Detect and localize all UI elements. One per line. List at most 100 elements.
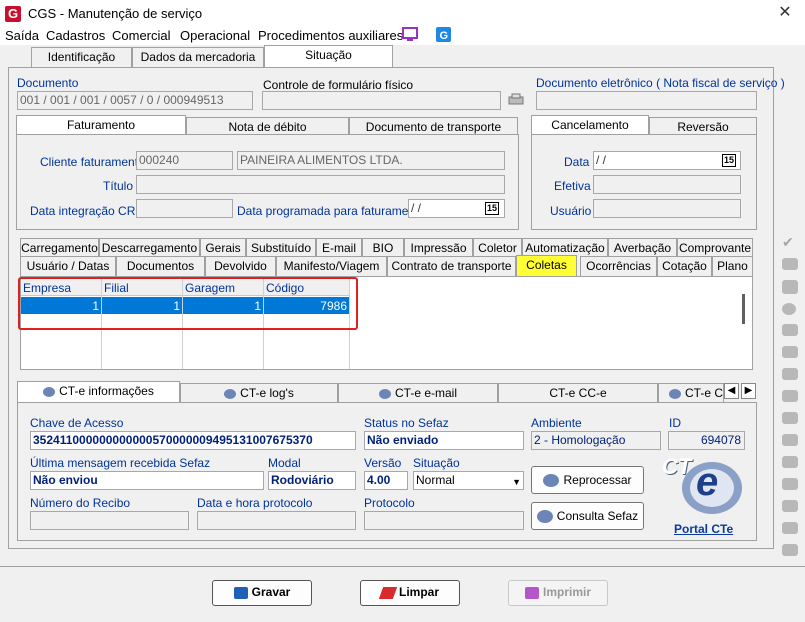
imprimir-button[interactable]: Imprimir (508, 580, 608, 606)
modal-field: Rodoviário (268, 471, 356, 490)
limpar-button[interactable]: Limpar (360, 580, 460, 606)
tab-dados-mercadoria[interactable]: Dados da mercadoria (132, 47, 264, 67)
tab-substituido[interactable]: Substituído (246, 238, 316, 258)
rail-icon-ciot[interactable] (782, 280, 798, 294)
rail-icon-13[interactable] (782, 544, 798, 556)
menu-cadastros[interactable]: Cadastros (46, 28, 105, 43)
data-protocolo-field (197, 511, 356, 530)
tab-coletas[interactable]: Coletas (516, 255, 577, 276)
consulta-sefaz-button[interactable]: Consulta Sefaz (531, 502, 644, 530)
data-crc-field (136, 199, 233, 218)
tab-bio[interactable]: BIO (362, 238, 404, 258)
cte-logo-text: CT (662, 454, 692, 479)
tab-ocorrencias[interactable]: Ocorrências (580, 256, 657, 276)
situacao-label: Situação (413, 456, 460, 470)
rail-icon-12[interactable] (782, 522, 798, 534)
tab-cotacao[interactable]: Cotação (657, 256, 712, 276)
divider (0, 566, 805, 567)
tab-usuario-datas[interactable]: Usuário / Datas (20, 256, 116, 276)
data-programada-label: Data programada para faturamento (237, 204, 426, 218)
tab-devolvido[interactable]: Devolvido (205, 256, 276, 276)
tab-cancelamento[interactable]: Cancelamento (531, 115, 649, 135)
gravar-button[interactable]: Gravar (212, 580, 312, 606)
rail-icon-10[interactable] (782, 478, 798, 490)
tab-comprovante[interactable]: Comprovante (677, 238, 753, 258)
rail-icon-3[interactable] (782, 324, 798, 336)
ultima-label: Última mensagem recebida Sefaz (30, 456, 211, 470)
rail-icon-11[interactable] (782, 500, 798, 512)
tab-averbacao[interactable]: Averbação (608, 238, 677, 258)
ultima-field: Não enviou (30, 471, 264, 490)
versao-field: 4.00 (364, 471, 408, 490)
situacao-select[interactable]: Normal ▼ (413, 471, 524, 490)
portal-cte-link[interactable]: Portal CTe (674, 522, 733, 536)
cte-email-icon (378, 388, 391, 399)
g-app-icon[interactable]: G (436, 27, 451, 45)
rail-icon-9[interactable] (782, 456, 798, 468)
cte-logs-icon (224, 388, 237, 399)
tab-carregamento[interactable]: Carregamento (20, 238, 99, 258)
rail-icon-1[interactable] (782, 258, 798, 270)
versao-label: Versão (364, 456, 402, 470)
cte-icon (543, 474, 560, 488)
tab-cte-cce[interactable]: CT-e CC-e (498, 383, 658, 403)
app-logo-icon: G (5, 6, 21, 22)
menu-saida[interactable]: Saída (5, 28, 39, 43)
save-icon (233, 586, 248, 599)
tab-impressao[interactable]: Impressão (404, 238, 473, 258)
monitor-icon[interactable] (402, 27, 418, 45)
tabs-prev-button[interactable]: ◀ (724, 383, 739, 399)
cliente-code-field[interactable]: 000240 (136, 151, 233, 170)
window-title: CGS - Manutenção de serviço (28, 6, 203, 21)
tab-email[interactable]: E-mail (316, 238, 362, 258)
grid-scrollbar[interactable] (742, 294, 745, 324)
rail-icon-5[interactable] (782, 368, 798, 380)
cte-icon (43, 386, 56, 397)
status-label: Status no Sefaz (364, 416, 449, 430)
usuario-label: Usuário (550, 204, 592, 218)
check-icon[interactable]: ✔ (782, 234, 794, 251)
tab-contrato-transporte[interactable]: Contrato de transporte (387, 256, 516, 276)
tab-cte-ca[interactable]: CT-e Ca (658, 383, 724, 403)
efetiva-label: Efetiva (554, 179, 591, 193)
tab-gerais[interactable]: Gerais (200, 238, 246, 258)
tab-manifesto-viagem[interactable]: Manifesto/Viagem (276, 256, 387, 276)
tab-identificacao[interactable]: Identificação (31, 47, 132, 67)
rail-icon-7[interactable] (782, 412, 798, 424)
tab-cte-email[interactable]: CT-e e-mail (338, 383, 498, 403)
tab-faturamento[interactable]: Faturamento (16, 115, 186, 135)
canc-data-field[interactable]: / / (593, 151, 741, 170)
canc-calendar-icon[interactable]: 15 (722, 154, 736, 167)
rail-icon-6[interactable] (782, 390, 798, 402)
recibo-label: Número do Recibo (30, 496, 131, 510)
printer-icon (524, 586, 539, 599)
tab-plano[interactable]: Plano (712, 256, 753, 276)
menu-procedimentos[interactable]: Procedimentos auxiliares (258, 28, 403, 43)
cliente-name-field: PAINEIRA ALIMENTOS LTDA. (237, 151, 505, 170)
chevron-down-icon: ▼ (512, 477, 521, 487)
chave-field: 3524110000000000005700000094951310076753… (30, 431, 356, 450)
tab-situacao[interactable]: Situação (264, 45, 393, 68)
menu-operacional[interactable]: Operacional (180, 28, 250, 43)
rail-icon-8[interactable] (782, 434, 798, 446)
rail-icon-circle[interactable] (782, 303, 796, 315)
controle-label: Controle de formulário físico (263, 78, 414, 92)
doc-eletronico-field (536, 91, 757, 110)
ambiente-field: 2 - Homologação (531, 431, 661, 450)
tab-cte-informacoes[interactable]: CT-e informações (17, 381, 180, 403)
tabs-next-button[interactable]: ▶ (741, 383, 756, 399)
calendar-icon[interactable]: 15 (485, 202, 499, 215)
tab-coletor[interactable]: Coletor (473, 238, 522, 258)
tab-documentos[interactable]: Documentos (116, 256, 205, 276)
cliente-label: Cliente faturamento (40, 155, 145, 169)
controle-field[interactable] (262, 91, 501, 110)
tab-descarregamento[interactable]: Descarregamento (99, 238, 200, 258)
rail-icon-4[interactable] (782, 346, 798, 358)
protocolo-field (364, 511, 524, 530)
tab-cte-logs[interactable]: CT-e log's (180, 383, 338, 403)
reprocessar-button[interactable]: Reprocessar (531, 466, 644, 494)
menu-comercial[interactable]: Comercial (112, 28, 171, 43)
recibo-field (30, 511, 189, 530)
printer-icon[interactable] (507, 93, 525, 110)
close-button[interactable]: ✕ (770, 2, 800, 26)
